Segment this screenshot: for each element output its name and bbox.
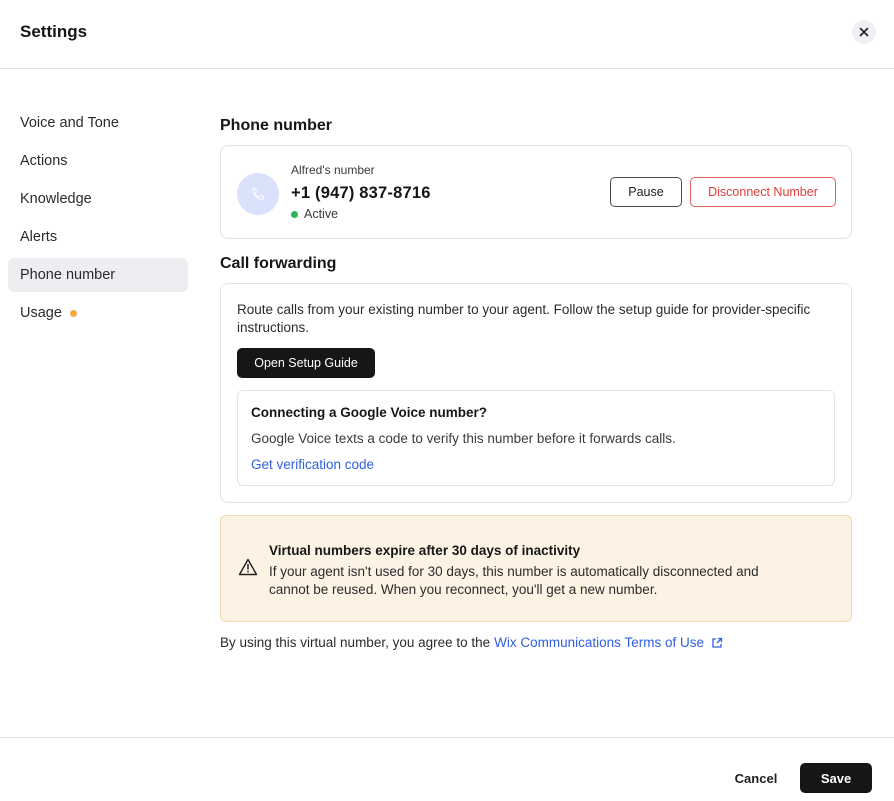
- settings-header: Settings: [0, 0, 894, 69]
- settings-sidebar: Voice and Tone Actions Knowledge Alerts …: [8, 106, 188, 334]
- sidebar-item-label: Actions: [20, 153, 68, 169]
- sidebar-item-label: Knowledge: [20, 191, 92, 207]
- close-icon: [859, 27, 869, 37]
- status-label: Active: [304, 207, 339, 221]
- google-voice-text: Google Voice texts a code to verify this…: [251, 431, 676, 446]
- terms-prefix: By using this virtual number, you agree …: [220, 635, 491, 650]
- save-button[interactable]: Save: [800, 763, 872, 793]
- settings-footer: Cancel Save: [0, 737, 894, 801]
- call-forwarding-description: Route calls from your existing number to…: [237, 302, 811, 335]
- cancel-button[interactable]: Cancel: [724, 763, 788, 793]
- close-button[interactable]: [852, 20, 876, 44]
- sidebar-item-usage[interactable]: Usage: [8, 296, 188, 330]
- get-verification-code-link[interactable]: Get verification code: [251, 457, 374, 472]
- sidebar-item-label: Voice and Tone: [20, 115, 119, 131]
- sidebar-item-phone-number[interactable]: Phone number: [8, 258, 188, 292]
- sidebar-item-label: Usage: [20, 305, 62, 321]
- call-forwarding-heading: Call forwarding: [220, 255, 337, 272]
- disconnect-number-button[interactable]: Disconnect Number: [690, 177, 836, 207]
- sidebar-item-voice-and-tone[interactable]: Voice and Tone: [8, 106, 188, 140]
- sidebar-item-alerts[interactable]: Alerts: [8, 220, 188, 254]
- google-voice-title: Connecting a Google Voice number?: [251, 405, 488, 420]
- warning-text: If your agent isn't used for 30 days, th…: [269, 564, 759, 597]
- sidebar-item-actions[interactable]: Actions: [8, 144, 188, 178]
- phone-number-value: +1 (947) 837-8716: [291, 184, 431, 202]
- google-voice-card: Connecting a Google Voice number? Google…: [237, 390, 835, 486]
- phone-avatar: [237, 173, 279, 215]
- usage-notification-dot: [69, 310, 77, 317]
- pause-button[interactable]: Pause: [610, 177, 682, 207]
- sidebar-item-label: Phone number: [20, 267, 116, 283]
- sidebar-item-knowledge[interactable]: Knowledge: [8, 182, 188, 216]
- open-setup-guide-button[interactable]: Open Setup Guide: [237, 348, 375, 378]
- phone-icon: [252, 188, 264, 200]
- warning-title: Virtual numbers expire after 30 days of …: [269, 543, 581, 558]
- phone-number-heading: Phone number: [220, 117, 333, 134]
- call-forwarding-card: Route calls from your existing number to…: [220, 283, 852, 503]
- external-link-icon[interactable]: [711, 637, 723, 649]
- terms-notice: By using this virtual number, you agree …: [220, 635, 723, 650]
- inactivity-warning: Virtual numbers expire after 30 days of …: [220, 515, 852, 622]
- phone-status: Active: [291, 207, 338, 221]
- phone-number-card: Alfred's number +1 (947) 837-8716 Active…: [220, 145, 852, 239]
- status-dot: [291, 210, 298, 218]
- phone-owner-label: Alfred's number: [291, 163, 375, 177]
- page-title: Settings: [20, 22, 88, 41]
- warning-icon: [238, 558, 258, 576]
- sidebar-item-label: Alerts: [20, 229, 58, 245]
- terms-of-use-link[interactable]: Wix Communications Terms of Use: [494, 635, 704, 650]
